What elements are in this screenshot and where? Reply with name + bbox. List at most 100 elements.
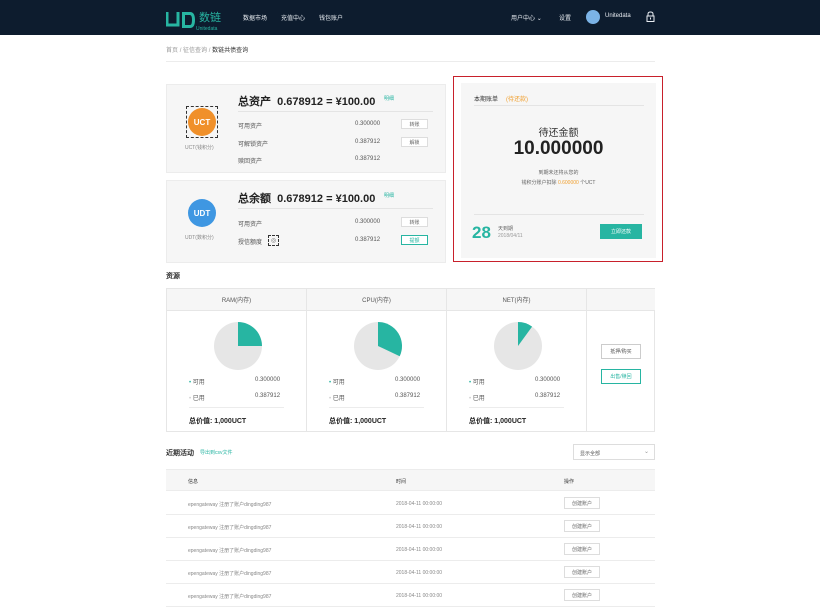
bill-note-2-amount: 0.600000	[557, 180, 579, 186]
bill-note-2: 钱积分账户扣除 0.600000 个UCT	[461, 179, 656, 186]
bill-note-2-post: 个UCT	[580, 180, 596, 186]
top-navbar: 数链 Unitedata 数据市场 充值中心 钱包账户 用户中心 ⌄ 设置 Un…	[0, 0, 820, 35]
legend-dot-available: •	[329, 380, 332, 386]
pie-slice-available	[238, 322, 262, 346]
logo[interactable]: 数链 Unitedata	[166, 8, 221, 32]
create-account-button[interactable]: 创建账户	[564, 497, 600, 509]
net-used-label-text: 已用	[472, 396, 485, 402]
info-icon[interactable]: ◎	[268, 235, 279, 246]
ram-used-label: • 已用	[189, 393, 205, 402]
resource-net: NET(内存) • 可用 0.300000 • 已用 0.387912 总价值:…	[447, 289, 587, 432]
udt-coin-label: UDT(数积分)	[185, 235, 214, 241]
table-row: epengateway 注册了账户dingding987 2018-04-11 …	[166, 584, 655, 607]
due-date: 2018/04/11	[498, 233, 523, 239]
logo-en: Unitedata	[196, 26, 218, 32]
udt-credit-value: 0.387912	[355, 237, 381, 243]
avatar[interactable]	[586, 10, 600, 24]
table-header: 信息 时间 操作	[166, 469, 655, 491]
udt-coin-icon: UDT	[188, 199, 216, 227]
resources-title: 资源	[166, 273, 180, 280]
divider	[166, 61, 655, 62]
cpu-pie-chart	[354, 322, 402, 370]
lock-icon[interactable]	[646, 11, 655, 22]
sell-redeem-button[interactable]: 出售/赎回	[601, 369, 641, 384]
udt-asset-card: UDT UDT(数积分) 总余额 0.678912 = ¥100.00 明细 可…	[166, 180, 446, 263]
uct-coin-label: UCT(钱积分)	[185, 145, 214, 151]
table-row: epengateway 注册了账户dingding987 2018-04-11 …	[166, 538, 655, 561]
export-csv-link[interactable]: 导出到csv文件	[200, 449, 233, 456]
udt-available-value: 0.300000	[355, 219, 381, 225]
net-pie-chart	[494, 322, 542, 370]
create-account-button[interactable]: 创建账户	[564, 520, 600, 532]
uct-redeem-value: 0.387912	[355, 156, 381, 162]
uct-asset-card: UCT UCT(钱积分) 总资产 0.678912 = ¥100.00 明细 可…	[166, 84, 446, 173]
legend-dot-available: •	[189, 380, 192, 386]
row-info: epengateway 注册了账户dingding987	[188, 502, 272, 508]
resource-actions-header	[587, 289, 655, 311]
uct-unlock-button[interactable]: 解锁	[401, 137, 428, 147]
equals-sign: =	[326, 193, 333, 205]
legend-dot-used: •	[469, 396, 472, 402]
divider	[474, 214, 644, 215]
udt-available-label: 可用资产	[238, 222, 263, 228]
create-account-button[interactable]: 创建账户	[564, 566, 600, 578]
udt-detail-link[interactable]: 明细	[384, 192, 394, 199]
breadcrumb-credit-query[interactable]: 征信查询	[183, 48, 207, 54]
cpu-total-value: 1,000UCT	[354, 418, 387, 425]
udt-total-amount: 0.678912	[277, 193, 324, 205]
cpu-total: 总价值: 1,000UCT	[329, 416, 386, 426]
ram-used-label-text: 已用	[192, 396, 205, 402]
current-bill-card: 本期账单 (待还款) 待还金额 10.000000 到期未还将从您的 钱积分账户…	[461, 83, 656, 258]
days-label: 天到期	[498, 226, 514, 232]
uct-detail-link[interactable]: 明细	[384, 95, 394, 102]
user-center-menu[interactable]: 用户中心 ⌄	[511, 13, 542, 22]
table-row: epengateway 注册了账户dingding987 2018-04-11 …	[166, 561, 655, 584]
create-account-button[interactable]: 创建账户	[564, 543, 600, 555]
repay-now-button[interactable]: 立即还款	[600, 224, 642, 239]
udt-raise-credit-button[interactable]: 提额	[401, 235, 428, 245]
net-available-label-text: 可用	[472, 380, 485, 386]
user-center-label: 用户中心	[511, 16, 536, 22]
username[interactable]: Unitedata	[605, 13, 631, 19]
nav-data-market[interactable]: 数据市场	[243, 13, 267, 22]
legend-dot-available: •	[469, 380, 472, 386]
resource-ram-header: RAM(内存)	[167, 289, 306, 311]
resource-net-header: NET(内存)	[447, 289, 586, 311]
create-account-button[interactable]: 创建账户	[564, 589, 600, 601]
activity-filter-select[interactable]: 显示全部 ⌄	[573, 444, 655, 460]
net-used-label: • 已用	[469, 393, 485, 402]
udt-total: 总余额 0.678912 = ¥100.00	[238, 190, 375, 206]
settings-link[interactable]: 设置	[559, 13, 571, 22]
due-label: 待还金额	[538, 128, 579, 139]
uct-unlockable-label: 可解锁资产	[238, 142, 269, 148]
legend-dot-used: •	[189, 396, 192, 402]
divider	[469, 407, 564, 408]
legend-dot-used: •	[329, 396, 332, 402]
divider	[189, 407, 284, 408]
chevron-down-icon: ⌄	[536, 16, 542, 22]
net-available-value: 0.300000	[535, 377, 561, 383]
logo-cn: 数链	[199, 12, 221, 24]
ram-available-value: 0.300000	[255, 377, 281, 383]
nav-wallet-account[interactable]: 钱包账户	[319, 13, 343, 22]
cpu-total-label: 总价值:	[329, 418, 353, 425]
breadcrumb-current: 数链共债查询	[212, 48, 249, 54]
uct-coin-icon: UCT	[188, 108, 216, 136]
row-time: 2018-04-11 00:00:00	[396, 593, 443, 599]
uct-total-amount: 0.678912	[277, 96, 324, 108]
breadcrumb-home[interactable]: 首页	[166, 48, 178, 54]
udt-total-cny: ¥100.00	[335, 193, 376, 205]
uct-transfer-button[interactable]: 转账	[401, 119, 428, 129]
net-total-value: 1,000UCT	[494, 418, 527, 425]
cpu-used-label-text: 已用	[332, 396, 345, 402]
udt-transfer-button[interactable]: 转账	[401, 217, 428, 227]
uct-total-cny: ¥100.00	[335, 96, 376, 108]
row-info: epengateway 注册了账户dingding987	[188, 548, 272, 554]
header-time: 时间	[396, 479, 407, 485]
nav-recharge-center[interactable]: 充值中心	[281, 13, 305, 22]
header-info: 信息	[188, 479, 199, 485]
uct-available-label: 可用资产	[238, 124, 263, 130]
row-info: epengateway 注册了账户dingding987	[188, 525, 272, 531]
divider	[238, 208, 433, 209]
stake-buy-button[interactable]: 抵押/购买	[601, 344, 641, 359]
